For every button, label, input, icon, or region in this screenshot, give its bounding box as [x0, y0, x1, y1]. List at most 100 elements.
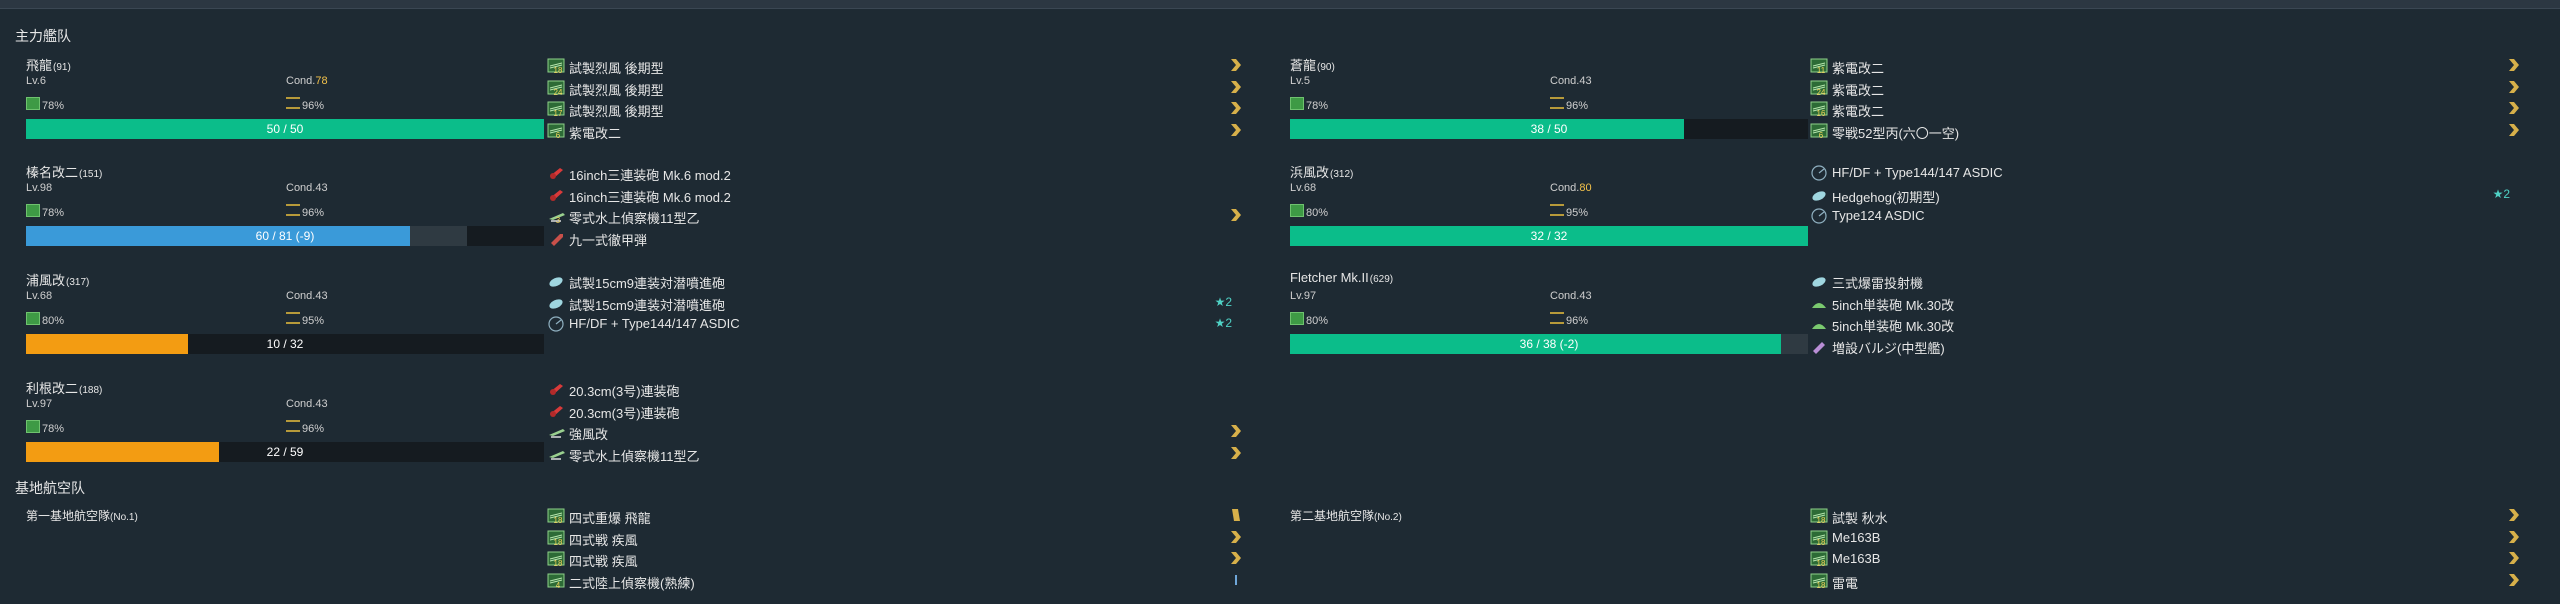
ship-card[interactable]: 飛龍(91) Lv.6 Cond.78 78% 96% 50 / 50 [26, 55, 546, 155]
hp-bar: 22 / 59 [26, 442, 544, 462]
equipment-slot[interactable]: 零式水上偵察機11型乙 [547, 444, 1242, 464]
ship-id: (151) [79, 169, 103, 180]
equipment-name: Type124 ASDIC [1832, 208, 1925, 223]
condition-label: Cond. [286, 182, 316, 194]
lbas-name[interactable]: 第二基地航空隊(No.2) [1290, 507, 1402, 524]
equipment-slot[interactable]: 九一式徹甲弾 [547, 228, 1242, 248]
condition-label: Cond. [1550, 75, 1580, 87]
seaplane-fighter-icon [547, 423, 567, 441]
fuel-status: 80% [1290, 204, 1328, 219]
fuel-status: 78% [26, 97, 64, 112]
equipment-slot[interactable]: HF/DF + Type144/147 ASDIC ★2 [547, 314, 1242, 334]
equipment-slot[interactable]: 18 四式重爆 飛龍 [547, 506, 1242, 526]
equipment-name: Hedgehog(初期型) [1832, 189, 1940, 205]
asw-rocket-icon [547, 272, 567, 290]
svg-text:18: 18 [554, 538, 563, 547]
svg-text:18: 18 [1817, 516, 1826, 525]
main-gun-icon [547, 380, 567, 398]
equipment-slot[interactable]: 試製15cm9連装対潜噴進砲 ★2 [547, 293, 1242, 313]
equipment-slot[interactable]: Type124 ASDIC [1810, 206, 2520, 226]
equipment-name: 試製烈風 後期型 [569, 82, 664, 98]
equipment-slot[interactable]: 3 零式水上偵察機11型乙 [547, 206, 1242, 226]
proficiency-chevron-icon [1230, 123, 1242, 137]
equipment-slot[interactable]: 18 四式戦 疾風 [547, 549, 1242, 569]
equipment-slot[interactable]: Hedgehog(初期型) ★2 [1810, 185, 2520, 205]
ship-level: Lv.97 [1290, 290, 1317, 302]
equipment-slot[interactable]: 20.3cm(3号)連装砲 [547, 401, 1242, 421]
ship-condition: Cond.43 [286, 398, 328, 410]
equipment-slot[interactable]: 24 試製烈風 後期型 [547, 78, 1242, 98]
equipment-slot[interactable]: 18 Me163B [1810, 549, 2520, 569]
proficiency-chevron-icon [1230, 80, 1242, 94]
hp-bar: 10 / 32 [26, 334, 544, 354]
ammo-value: 96% [302, 100, 325, 112]
equipment-slot[interactable]: 17 試製烈風 後期型 [547, 99, 1242, 119]
equipment-name: 零式水上偵察機11型乙 [569, 448, 700, 464]
equipment-name: Me163B [1832, 551, 1881, 566]
equipment-slot[interactable]: 18 試製烈風 後期型 [547, 56, 1242, 76]
sonar-icon [547, 315, 567, 333]
equipment-slot[interactable]: 試製15cm9連装対潜噴進砲 [547, 271, 1242, 291]
equipment-name: 試製烈風 後期型 [569, 104, 664, 119]
fighter-icon: 6 [1810, 122, 1830, 140]
ship-card[interactable]: 利根改二(188) Lv.97 Cond.43 78% 96% 22 / 59 [26, 378, 546, 478]
equipment-slot[interactable]: 6 紫電改二 [547, 121, 1242, 141]
svg-text:18: 18 [1817, 538, 1826, 547]
svg-text:6: 6 [556, 131, 561, 140]
fuel-value: 80% [42, 315, 65, 327]
equipment-slot[interactable]: 16 紫電改二 [1810, 99, 2520, 119]
equipment-slot[interactable]: 強風改 [547, 422, 1242, 442]
ammo-icon [1550, 204, 1564, 216]
ship-name-text: 浦風改 [26, 273, 66, 288]
ship-card[interactable]: 浦風改(317) Lv.68 Cond.43 80% 95% 10 / 32 [26, 270, 546, 370]
condition-label: Cond. [286, 290, 316, 302]
equipment-slot[interactable]: 24 紫電改二 [1810, 78, 2520, 98]
fuel-value: 78% [42, 423, 65, 435]
equipment-slot[interactable]: 5inch単装砲 Mk.30改 [1810, 293, 2520, 313]
svg-text:17: 17 [554, 109, 563, 118]
ship-card[interactable]: 榛名改二(151) Lv.98 Cond.43 78% 96% 60 / 81 (-9) [26, 162, 546, 262]
ship-card[interactable]: 蒼龍(90) Lv.5 Cond.43 78% 96% 38 / 50 [1290, 55, 1810, 155]
equipment-name: 零戦52型丙(六〇一空) [1832, 125, 1960, 141]
equipment-name: 四式戦 疾風 [569, 554, 638, 569]
proficiency-chevron-icon [1230, 573, 1242, 587]
proficiency-chevron-icon [2508, 573, 2520, 587]
equipment-slot[interactable]: 11 紫電改二 [1810, 56, 2520, 76]
ship-card[interactable]: 浜風改(312) Lv.68 Cond.80 80% 95% 32 / 32 [1290, 162, 1810, 262]
sec-gun-icon [1810, 294, 1830, 312]
ammo-icon [1550, 97, 1564, 109]
seaplane-icon: 3 [547, 207, 567, 225]
equipment-slot[interactable]: 5inch単装砲 Mk.30改 [1810, 314, 2520, 334]
equipment-slot[interactable]: 18 四式戦 疾風 [547, 528, 1242, 548]
fuel-status: 80% [1290, 312, 1328, 327]
ship-card[interactable]: Fletcher Mk.II(629) Lv.97 Cond.43 80% 96% 36 … [1290, 270, 1810, 370]
improvement-star: ★2 [1214, 294, 1232, 309]
equipment-slot[interactable]: 16inch三連装砲 Mk.6 mod.2 [547, 185, 1242, 205]
ammo-status: 96% [286, 204, 324, 219]
fighter-icon: 18 [1810, 550, 1830, 568]
equipment-slot[interactable]: 4 二式陸上偵察機(熟練) [547, 571, 1242, 591]
proficiency-chevron-icon [1230, 424, 1242, 438]
equipment-slot[interactable]: HF/DF + Type144/147 ASDIC [1810, 163, 2520, 183]
equipment-slot[interactable]: 6 零戦52型丙(六〇一空) [1810, 121, 2520, 141]
equipment-slot[interactable]: 18 試製 秋水 [1810, 506, 2520, 526]
lbas-name[interactable]: 第一基地航空隊(No.1) [26, 507, 138, 524]
proficiency-chevron-icon [1230, 208, 1242, 222]
equipment-slot[interactable]: 16inch三連装砲 Mk.6 mod.2 [547, 163, 1242, 183]
equipment-slot[interactable]: 18 雷電 [1810, 571, 2520, 591]
equipment-slot[interactable]: 増設バルジ(中型艦) [1810, 336, 2520, 356]
equipment-name: 16inch三連装砲 Mk.6 mod.2 [569, 168, 731, 183]
condition-value: 43 [1579, 75, 1592, 87]
ammo-icon [286, 204, 300, 216]
ship-id: (629) [1369, 274, 1394, 285]
svg-text:6: 6 [1819, 131, 1824, 140]
equipment-name: 九一式徹甲弾 [569, 232, 648, 248]
equipment-slot[interactable]: 三式爆雷投射機 [1810, 271, 2520, 291]
equipment-slot[interactable]: 18 Me163B [1810, 528, 2520, 548]
ap-shell-icon [547, 229, 567, 247]
equipment-name: 三式爆雷投射機 [1832, 276, 1924, 291]
equipment-name: 紫電改二 [1832, 104, 1885, 119]
hp-bar: 32 / 32 [1290, 226, 1808, 246]
equipment-slot[interactable]: 20.3cm(3号)連装砲 [547, 379, 1242, 399]
ship-id: (188) [79, 385, 103, 396]
